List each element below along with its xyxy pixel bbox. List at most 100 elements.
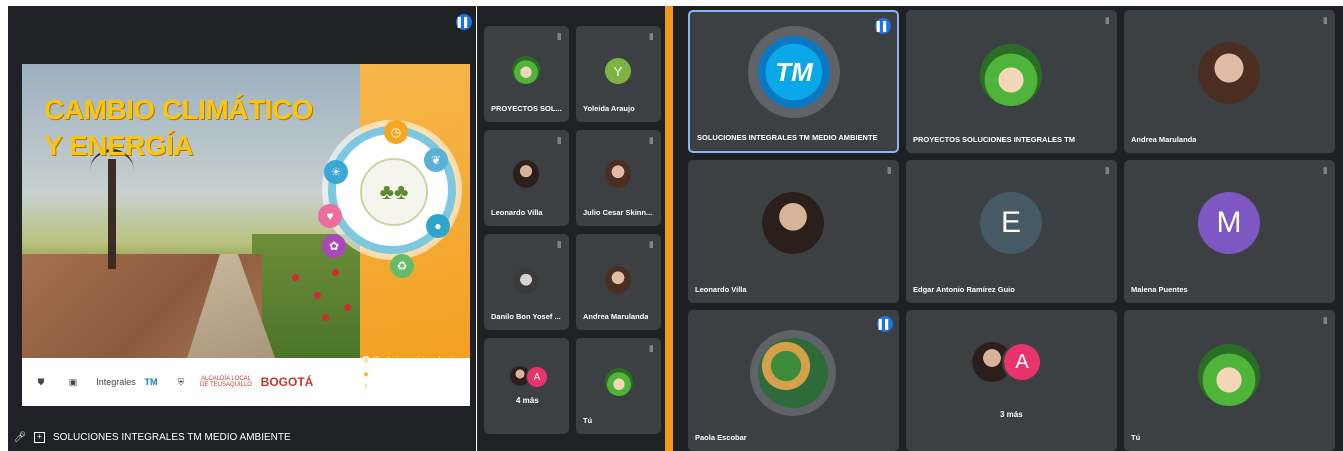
recycle-icon: ♻ <box>390 254 414 278</box>
speaking-indicator-icon: ▌▌ <box>875 18 891 34</box>
participant-tile[interactable]: ⫴ Andrea Marulanda <box>576 234 661 330</box>
more-participants-tile[interactable]: A 3 más <box>906 310 1117 451</box>
participant-tile[interactable]: ⫴ Leonardo Villa <box>688 160 899 303</box>
social-facebook: Soluciones Integrales TM <box>373 384 452 392</box>
pin-icon[interactable]: ⫴ <box>649 32 653 43</box>
avatar <box>750 330 836 416</box>
participant-name: Leonardo Villa <box>491 208 543 217</box>
clock-icon: ◷ <box>384 120 408 144</box>
participant-tile[interactable]: ▌▌ TM SOLUCIONES INTEGRALES TM MEDIO AMB… <box>688 10 899 153</box>
participant-name: Yoleida Araujo <box>583 104 635 113</box>
avatar <box>513 268 539 294</box>
avatar-photo <box>758 338 828 408</box>
poppy <box>332 269 339 276</box>
participant-tile[interactable]: ⫴ Y Yoleida Araujo <box>576 26 661 122</box>
pin-icon[interactable]: ⫴ <box>887 166 891 177</box>
facebook-icon: f <box>362 384 370 392</box>
participant-grid: ▌▌ TM SOLUCIONES INTEGRALES TM MEDIO AMB… <box>673 6 1343 451</box>
social-web: @soluciones.integrales.tm <box>373 370 456 378</box>
school-logo-icon: ▣ <box>68 376 78 387</box>
pin-icon[interactable]: ⫴ <box>1323 16 1327 27</box>
self-tile[interactable]: ⫴ Tú <box>1124 310 1335 451</box>
present-screen-icon[interactable]: + <box>34 431 45 443</box>
city-crest-icon: ⛨ <box>177 376 185 387</box>
avatar: A <box>526 366 548 388</box>
avatar <box>513 160 539 188</box>
participant-tile[interactable]: ⫴ Danilo Bon Yosef ... <box>484 234 569 330</box>
participant-name: Paola Escobar <box>695 433 747 442</box>
avatar <box>605 160 631 188</box>
poppy <box>292 274 299 281</box>
leaf-icon: ❦ <box>424 148 448 172</box>
participant-name: Danilo Bon Yosef ... <box>491 312 561 321</box>
avatar: E <box>980 192 1042 254</box>
participant-name: PROYECTOS SOL... <box>491 104 562 113</box>
self-tile[interactable]: ⫴ Tú <box>576 338 661 434</box>
more-participants-tile[interactable]: A 4 más <box>484 338 569 434</box>
participant-tile[interactable]: ⫴ Andrea Marulanda <box>1124 10 1335 153</box>
sun-icon: ☀ <box>324 160 348 184</box>
pin-icon[interactable]: ⫴ <box>1323 316 1327 327</box>
avatar: M <box>1198 192 1260 254</box>
presentation-slide: CAMBIO CLIMÁTICO Y ENERGÍA ♣♣ ◷ ❦ ● ♻ ✿ … <box>22 64 470 406</box>
integrales-logo: Integrales <box>96 377 136 387</box>
pin-icon[interactable]: ⫴ <box>1323 166 1327 177</box>
avatar <box>512 56 540 84</box>
plant-icon: ✿ <box>322 234 346 258</box>
pin-icon[interactable]: ⫴ <box>649 136 653 147</box>
avatar <box>980 44 1042 106</box>
slide-dead-tree <box>90 149 134 269</box>
participant-tile[interactable]: ⫴ PROYECTOS SOLUCIONES INTEGRALES TM <box>906 10 1117 153</box>
presentation-panel: ▌▌ CAMBIO CLIMÁTICO Y ENERGÍA ♣♣ ◷ ❦ ● ♻… <box>8 6 476 451</box>
tm-logo-icon: TM <box>144 377 158 387</box>
speaking-indicator-icon: ▌▌ <box>877 316 893 332</box>
mic-icon[interactable]: 🎤︎ <box>14 431 27 443</box>
crest-logo-icon: ⛊ <box>37 376 45 387</box>
presenter-name: SOLUCIONES INTEGRALES TM MEDIO AMBIENTE <box>53 431 291 443</box>
participant-name: Tú <box>583 416 593 425</box>
participant-tile[interactable]: ⫴ Leonardo Villa <box>484 130 569 226</box>
presenter-bar: 🎤︎ + SOLUCIONES INTEGRALES TM MEDIO AMBI… <box>8 423 482 451</box>
slide-title-line1: CAMBIO CLIMÁTICO <box>44 94 313 125</box>
pin-icon[interactable]: ⫴ <box>649 240 653 251</box>
participant-name: Malena Puentes <box>1131 285 1188 294</box>
avatar <box>605 266 631 294</box>
bogota-logo: BOGOTÁ <box>260 375 314 389</box>
avatar <box>605 368 633 396</box>
avatar <box>1198 344 1260 406</box>
social-item: ◉ @soluciones.integrales.tm <box>362 370 466 378</box>
pin-icon[interactable]: ⫴ <box>649 344 653 355</box>
pin-icon[interactable]: ⫴ <box>1105 16 1109 27</box>
more-count: 4 más <box>516 396 539 405</box>
heart-icon: ♥ <box>318 204 342 228</box>
avatar: A <box>1002 342 1042 382</box>
participant-tile[interactable]: ⫴ E Edgar Antonio Ramírez Guio <box>906 160 1117 303</box>
participant-tile[interactable]: ⫴ M Malena Puentes <box>1124 160 1335 303</box>
social-item: f Soluciones Integrales TM <box>362 384 466 392</box>
drop-icon: ● <box>426 214 450 238</box>
pin-icon[interactable]: ⫴ <box>1105 166 1109 177</box>
participant-tile[interactable]: ⫴ PROYECTOS SOL... <box>484 26 569 122</box>
social-instagram: @soluciones_integrales_tm <box>373 356 460 364</box>
participant-sidebar: ⫴ PROYECTOS SOL... ⫴ Y Yoleida Araujo ⫴ … <box>477 6 665 451</box>
participant-name: SOLUCIONES INTEGRALES TM MEDIO AMBIENTE <box>697 133 878 142</box>
avatar <box>1198 42 1260 104</box>
poppy <box>314 292 321 299</box>
more-count: 3 más <box>1000 410 1023 419</box>
speaking-indicator-icon: ▌▌ <box>456 14 472 30</box>
participant-name: PROYECTOS SOLUCIONES INTEGRALES TM <box>913 135 1075 144</box>
tree-logo-icon: ♣♣ <box>360 158 428 226</box>
participant-name: Edgar Antonio Ramírez Guio <box>913 285 1015 294</box>
avatar: TM <box>748 26 840 118</box>
avatar: Y <box>605 58 631 84</box>
participant-tile[interactable]: ⫴ Julio Cesar Skinn... <box>576 130 661 226</box>
pin-icon[interactable]: ⫴ <box>557 32 561 43</box>
social-item: ◎ @soluciones_integrales_tm <box>362 356 466 364</box>
slide-title-line2: Y ENERGÍA <box>44 130 194 161</box>
participant-name: Andrea Marulanda <box>1131 135 1197 144</box>
participant-tile[interactable]: ▌▌ Paola Escobar <box>688 310 899 451</box>
slide-footer: ⛊ ▣ Integrales TM ⛨ ALCALDÍA LOCAL DE TE… <box>22 358 470 406</box>
pin-icon[interactable]: ⫴ <box>557 240 561 251</box>
pin-icon[interactable]: ⫴ <box>557 136 561 147</box>
participant-name: Andrea Marulanda <box>583 312 649 321</box>
